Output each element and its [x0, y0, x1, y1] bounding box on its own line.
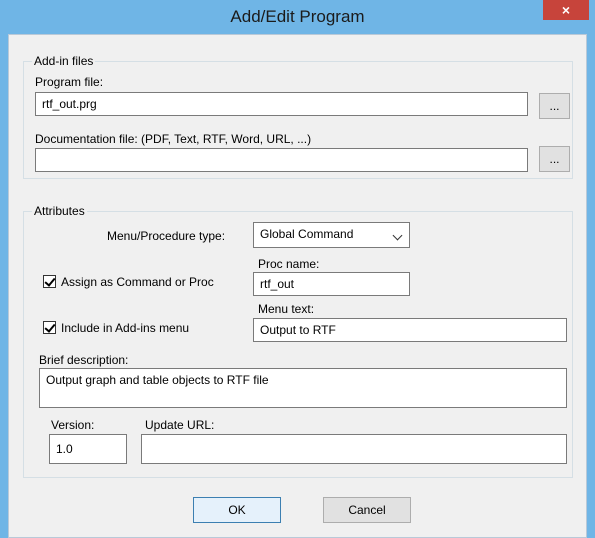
documentation-file-input[interactable] [35, 148, 528, 172]
version-input[interactable]: 1.0 [49, 434, 127, 464]
window-title: Add/Edit Program [230, 7, 365, 26]
version-value: 1.0 [56, 442, 73, 456]
proc-name-input[interactable]: rtf_out [253, 272, 410, 296]
browse-program-label: ... [549, 99, 560, 113]
assign-checkbox-label[interactable]: Assign as Command or Proc [61, 275, 214, 289]
chevron-down-icon [392, 230, 403, 241]
attributes-legend: Attributes [32, 204, 87, 218]
addin-files-legend: Add-in files [32, 54, 96, 68]
brief-description-label: Brief description: [39, 353, 129, 367]
proc-name-label: Proc name: [258, 257, 320, 271]
menu-type-select[interactable]: Global Command [253, 222, 410, 248]
ok-button[interactable]: OK [193, 497, 281, 523]
close-button[interactable]: × [543, 0, 589, 20]
update-url-input[interactable] [141, 434, 567, 464]
menu-type-label: Menu/Procedure type: [107, 229, 226, 243]
menu-type-value: Global Command [260, 227, 354, 241]
cancel-button-label: Cancel [348, 503, 386, 517]
version-label: Version: [51, 418, 95, 432]
brief-description-input[interactable]: Output graph and table objects to RTF fi… [39, 368, 567, 408]
ok-button-label: OK [228, 503, 246, 517]
menu-text-label: Menu text: [258, 302, 315, 316]
program-file-value: rtf_out.prg [42, 97, 97, 111]
browse-program-button[interactable]: ... [539, 93, 570, 119]
title-bar[interactable]: Add/Edit Program × [0, 0, 595, 34]
browse-documentation-label: ... [549, 152, 560, 166]
program-file-input[interactable]: rtf_out.prg [35, 92, 528, 116]
proc-name-value: rtf_out [260, 277, 295, 291]
browse-documentation-button[interactable]: ... [539, 146, 570, 172]
assign-checkbox[interactable] [43, 275, 56, 288]
menu-text-value: Output to RTF [260, 323, 336, 337]
dialog-window: Add/Edit Program × Add-in files Program … [0, 0, 595, 538]
program-file-label: Program file: [35, 75, 104, 89]
documentation-file-label: Documentation file: (PDF, Text, RTF, Wor… [35, 132, 312, 146]
brief-description-value: Output graph and table objects to RTF fi… [46, 373, 269, 387]
dialog-client-area: Add-in files Program file: rtf_out.prg .… [8, 34, 587, 538]
cancel-button[interactable]: Cancel [323, 497, 411, 523]
menu-text-input[interactable]: Output to RTF [253, 318, 567, 342]
update-url-label: Update URL: [145, 418, 215, 432]
include-checkbox[interactable] [43, 321, 56, 334]
close-icon: × [561, 2, 571, 18]
include-checkbox-label[interactable]: Include in Add-ins menu [61, 321, 189, 335]
